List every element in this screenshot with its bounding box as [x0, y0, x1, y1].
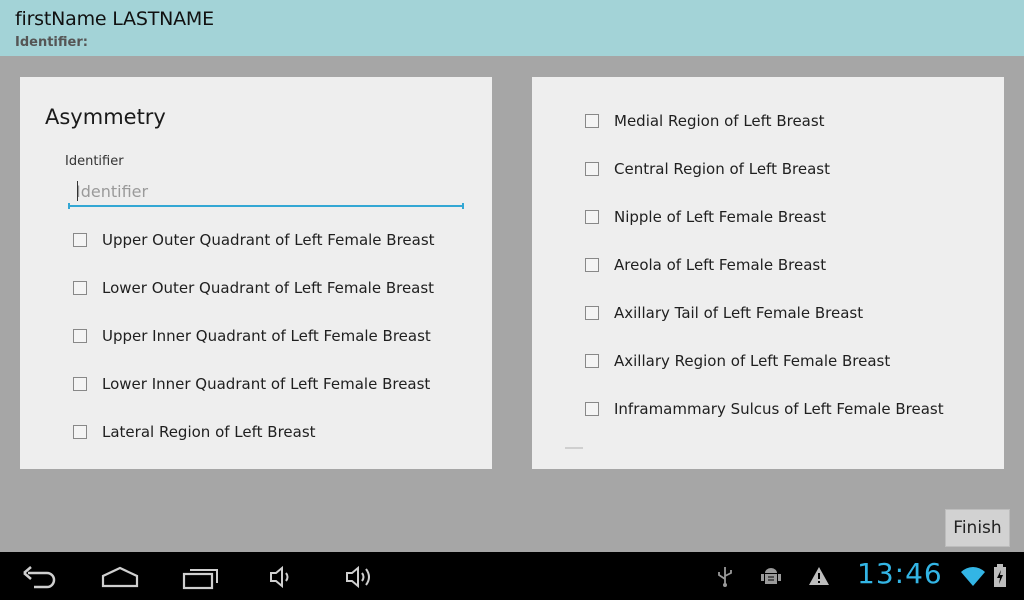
- battery-charging-icon: [993, 564, 1007, 592]
- checkbox-label: Axillary Region of Left Female Breast: [614, 352, 891, 370]
- checkbox-option[interactable]: Upper Outer Quadrant of Left Female Brea…: [64, 225, 435, 255]
- checkbox[interactable]: [585, 210, 599, 224]
- checkbox[interactable]: [73, 425, 87, 439]
- usb-icon: [716, 565, 734, 591]
- status-clock: 13:46: [857, 557, 943, 590]
- warning-icon: [808, 566, 830, 590]
- identifier-label: Identifier:: [15, 35, 88, 50]
- patient-name: firstName LASTNAME: [15, 8, 214, 30]
- checkbox-label: Lateral Region of Left Breast: [102, 423, 316, 441]
- checkbox-label: Upper Outer Quadrant of Left Female Brea…: [102, 231, 435, 249]
- checkbox-label: Inframammary Sulcus of Left Female Breas…: [614, 400, 944, 418]
- checkbox[interactable]: [73, 233, 87, 247]
- checkbox-option[interactable]: Axillary Tail of Left Female Breast: [576, 298, 863, 328]
- checkbox-label: Medial Region of Left Breast: [614, 112, 825, 130]
- checkbox-option[interactable]: Nipple of Left Female Breast: [576, 202, 826, 232]
- home-icon[interactable]: [101, 564, 139, 590]
- android-debug-icon: [760, 565, 782, 591]
- checkbox-option[interactable]: Areola of Left Female Breast: [576, 250, 826, 280]
- checkbox-option[interactable]: Medial Region of Left Breast: [576, 106, 825, 136]
- checkbox-option[interactable]: Axillary Region of Left Female Breast: [576, 346, 890, 376]
- identifier-field-label: Identifier: [65, 154, 124, 169]
- checkbox[interactable]: [73, 281, 87, 295]
- checkbox[interactable]: [585, 162, 599, 176]
- checkbox-label: Areola of Left Female Breast: [614, 256, 827, 274]
- checkbox[interactable]: [585, 402, 599, 416]
- next-item-peek: [565, 447, 583, 449]
- checkbox-label: Central Region of Left Breast: [614, 160, 830, 178]
- checkbox-label: Upper Inner Quadrant of Left Female Brea…: [102, 327, 431, 345]
- checkbox[interactable]: [73, 377, 87, 391]
- checkbox-option[interactable]: Upper Inner Quadrant of Left Female Brea…: [64, 321, 431, 351]
- volume-down-icon[interactable]: [268, 564, 294, 590]
- left-panel: Asymmetry Identifier Upper Outer Quadran…: [20, 77, 492, 469]
- recent-apps-icon[interactable]: [182, 564, 220, 590]
- checkbox-label: Lower Outer Quadrant of Left Female Brea…: [102, 279, 435, 297]
- checkbox-label: Lower Inner Quadrant of Left Female Brea…: [102, 375, 431, 393]
- text-cursor: [77, 181, 78, 201]
- checkbox[interactable]: [585, 306, 599, 320]
- volume-up-icon[interactable]: [344, 564, 376, 590]
- back-icon[interactable]: [22, 564, 58, 590]
- checkbox[interactable]: [73, 329, 87, 343]
- checkbox-option[interactable]: Lateral Region of Left Breast: [64, 417, 316, 447]
- checkbox-option[interactable]: Central Region of Left Breast: [576, 154, 830, 184]
- checkbox-option[interactable]: Lower Outer Quadrant of Left Female Brea…: [64, 273, 434, 303]
- checkbox[interactable]: [585, 258, 599, 272]
- checkbox[interactable]: [585, 354, 599, 368]
- checkbox-label: Axillary Tail of Left Female Breast: [614, 304, 864, 322]
- finish-button[interactable]: Finish: [945, 509, 1010, 547]
- right-panel[interactable]: Medial Region of Left Breast Central Reg…: [532, 77, 1004, 469]
- header-bar: firstName LASTNAME Identifier:: [0, 0, 1024, 56]
- wifi-icon: [960, 565, 986, 591]
- checkbox-label: Nipple of Left Female Breast: [614, 208, 827, 226]
- checkbox-option[interactable]: Inframammary Sulcus of Left Female Breas…: [576, 394, 944, 424]
- checkbox[interactable]: [585, 114, 599, 128]
- identifier-input[interactable]: [68, 177, 464, 207]
- panel-title: Asymmetry: [45, 105, 166, 129]
- checkbox-option[interactable]: Lower Inner Quadrant of Left Female Brea…: [64, 369, 430, 399]
